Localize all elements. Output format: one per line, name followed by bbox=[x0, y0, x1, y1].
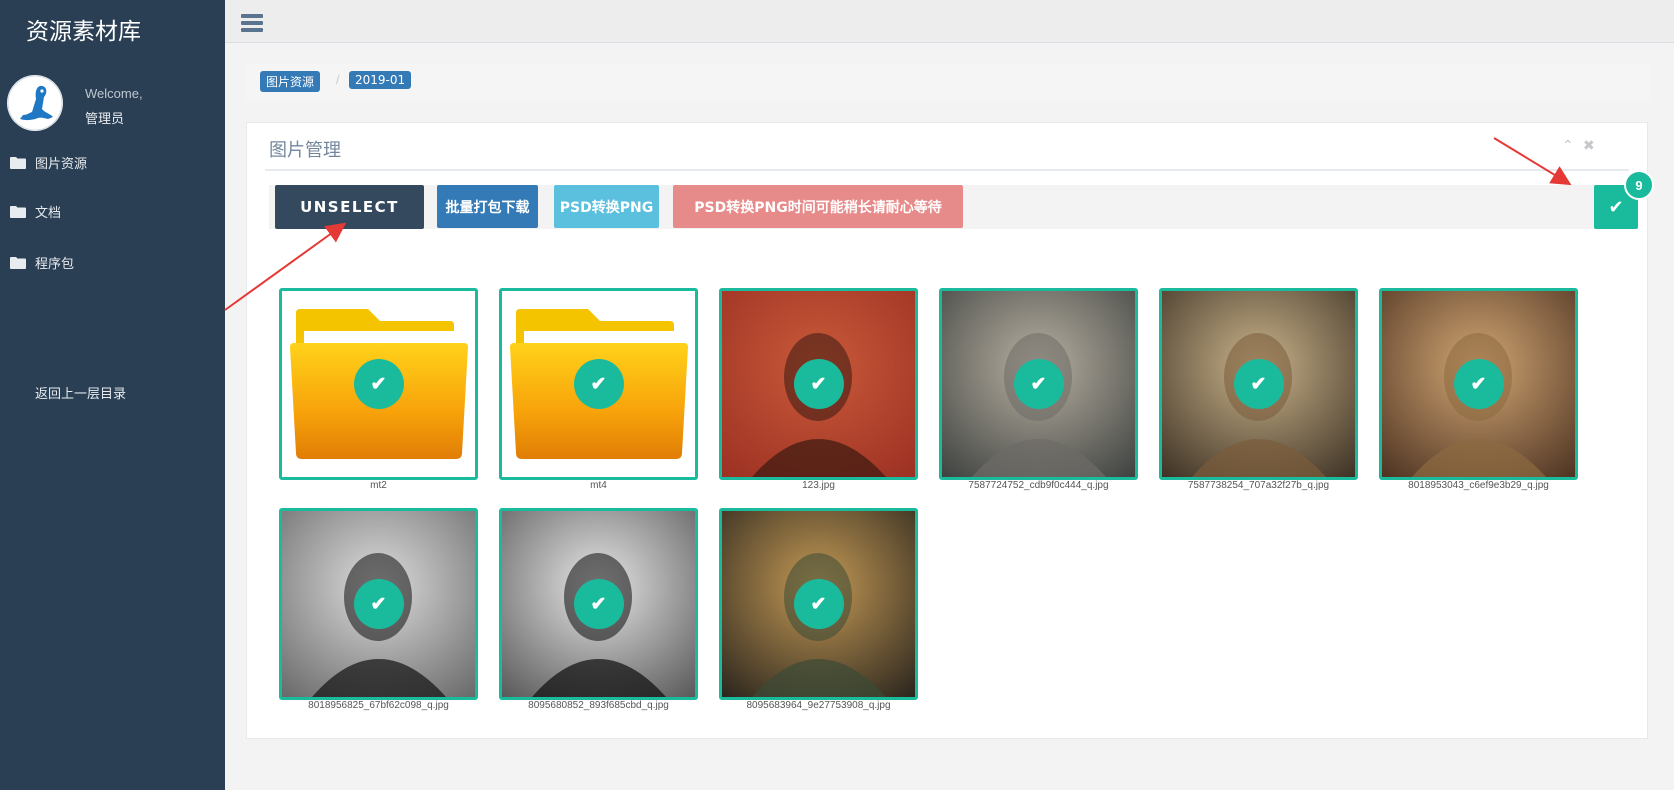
menu-toggle-icon[interactable] bbox=[241, 14, 263, 32]
welcome-text: Welcome, bbox=[85, 86, 143, 101]
folder-icon bbox=[10, 257, 26, 269]
top-bar bbox=[225, 0, 1674, 43]
grid-item-image[interactable]: ✔ bbox=[939, 288, 1138, 480]
breadcrumb-separator: / bbox=[336, 72, 340, 87]
item-name: mt2 bbox=[370, 480, 387, 491]
unselect-button[interactable]: UNSELECT bbox=[275, 185, 424, 229]
item-name: 8095683964_9e27753908_q.jpg bbox=[746, 700, 891, 711]
sidebar-item-label: 文档 bbox=[35, 206, 62, 221]
psd-to-png-button[interactable]: PSD转换PNG bbox=[554, 185, 659, 228]
grid-item-folder[interactable]: ✔ bbox=[499, 288, 698, 480]
back-to-parent-link[interactable]: 返回上一层目录 bbox=[35, 383, 126, 402]
selected-check-icon: ✔ bbox=[573, 359, 624, 409]
sidebar-item-images[interactable]: 图片资源 bbox=[10, 153, 87, 172]
grid-item-image[interactable]: ✔ bbox=[279, 508, 478, 700]
close-icon[interactable]: ✖ bbox=[1583, 137, 1595, 154]
sidebar-item-label: 图片资源 bbox=[35, 157, 88, 172]
grid-item-folder[interactable]: ✔ bbox=[279, 288, 478, 480]
collapse-icon[interactable]: ⌃ bbox=[1562, 137, 1574, 154]
selected-check-icon: ✔ bbox=[573, 579, 624, 629]
sidebar-item-packages[interactable]: 程序包 bbox=[10, 253, 74, 272]
folder-icon bbox=[10, 157, 26, 169]
selected-check-icon: ✔ bbox=[1013, 359, 1064, 409]
username: 管理员 bbox=[85, 112, 125, 127]
grid-item-image[interactable]: ✔ bbox=[1379, 288, 1578, 480]
grid-item-image[interactable]: ✔ bbox=[499, 508, 698, 700]
selected-check-icon: ✔ bbox=[1453, 359, 1504, 409]
psd-convert-wait-button[interactable]: PSD转换PNG时间可能稍长请耐心等待 bbox=[673, 185, 963, 228]
avatar bbox=[7, 75, 63, 131]
item-name: 7587724752_cdb9f0c444_q.jpg bbox=[968, 480, 1109, 491]
selected-check-icon: ✔ bbox=[353, 579, 404, 629]
panel-divider bbox=[265, 169, 1629, 171]
selected-check-icon: ✔ bbox=[353, 359, 404, 409]
toolbar: UNSELECT 批量打包下载 PSD转换PNG PSD转换PNG时间可能稍长请… bbox=[269, 170, 1654, 229]
item-name: 8018956825_67bf62c098_q.jpg bbox=[308, 700, 449, 711]
folder-icon bbox=[10, 206, 26, 218]
selected-count-badge: 9 bbox=[1624, 170, 1654, 200]
item-name: mt4 bbox=[590, 480, 607, 491]
sidebar-item-label: 程序包 bbox=[35, 257, 75, 272]
item-name: 8018953043_c6ef9e3b29_q.jpg bbox=[1408, 480, 1549, 491]
item-name: 8095680852_893f685cbd_q.jpg bbox=[528, 700, 669, 711]
grid-item-image[interactable]: ✔ bbox=[719, 508, 918, 700]
selected-check-icon: ✔ bbox=[793, 579, 844, 629]
check-icon: ✔ bbox=[1608, 196, 1624, 218]
selected-check-icon: ✔ bbox=[1233, 359, 1284, 409]
breadcrumb-item[interactable]: 图片资源 bbox=[260, 71, 321, 92]
item-name: 123.jpg bbox=[802, 480, 835, 491]
sidebar-item-docs[interactable]: 文档 bbox=[10, 202, 61, 221]
panel-title: 图片管理 bbox=[269, 140, 341, 161]
grid-item-image[interactable]: ✔ bbox=[719, 288, 918, 480]
item-name: 7587738254_707a32f27b_q.jpg bbox=[1187, 480, 1330, 491]
app-title[interactable]: 资源素材库 bbox=[26, 12, 141, 46]
breadcrumb: 图片资源 / 2019-01 bbox=[246, 64, 1650, 100]
selected-check-icon: ✔ bbox=[793, 359, 844, 409]
batch-download-button[interactable]: 批量打包下载 bbox=[437, 185, 538, 228]
grid-item-image[interactable]: ✔ bbox=[1159, 288, 1358, 480]
breadcrumb-item[interactable]: 2019-01 bbox=[349, 71, 412, 89]
sidebar: 资源素材库 Welcome, 管理员 图片资源 文档 程序包 返回上一层目录 bbox=[0, 0, 225, 790]
